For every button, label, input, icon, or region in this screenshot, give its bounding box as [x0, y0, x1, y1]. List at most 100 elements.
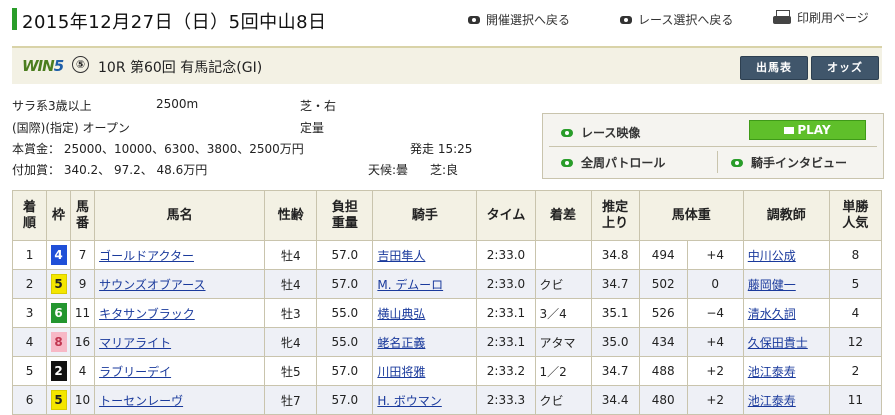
- cell-last3f: 34.8: [590, 240, 640, 270]
- cell-last3f: 35.0: [590, 327, 640, 357]
- table-row: 1 4 7 ゴールドアクター 牡4 57.0 吉田隼人 2:33.0 34.8 494 +4 中川公成…: [11, 240, 883, 270]
- cell-margin: 3／4: [534, 298, 592, 328]
- win5-logo: WIN5: [22, 57, 64, 75]
- cell-last3f: 34.4: [590, 385, 640, 415]
- cell-weight: 57.0: [316, 385, 374, 415]
- cell-time: 2:33.0: [476, 269, 536, 299]
- cell-last3f: 35.1: [590, 298, 640, 328]
- trainer-link[interactable]: 清水久詞: [748, 307, 796, 321]
- horse-link[interactable]: ゴールドアクター: [99, 249, 194, 263]
- col-header-bodyweight: 馬体重: [638, 190, 744, 241]
- cell-jockey: 横山典弘: [372, 298, 478, 328]
- title-accent-mark: [12, 8, 17, 30]
- cell-position: 4: [11, 327, 48, 357]
- cell-position: 5: [11, 356, 48, 386]
- cell-waku: 2: [46, 356, 72, 386]
- race-title: 10R 第60回 有馬記念(GI): [98, 60, 263, 76]
- race-distance: 2500m: [156, 97, 199, 111]
- waku-badge: 8: [50, 332, 67, 352]
- col-header-position: 着順: [11, 190, 48, 241]
- horse-link[interactable]: マリアライト: [99, 336, 171, 350]
- trainer-link[interactable]: 藤岡健一: [748, 278, 796, 292]
- back-to-race-link[interactable]: レース選択へ戻る: [620, 11, 733, 28]
- horse-link[interactable]: ラブリーデイ: [99, 365, 171, 379]
- video-panel: レース映像 PLAY 全周パトロール 騎手インタビュー: [542, 113, 884, 179]
- table-row: 5 2 4 ラブリーデイ 牡5 57.0 川田将雅 2:33.2 1／2 34.7 488 +2 池江泰…: [11, 356, 883, 386]
- race-video-link[interactable]: レース映像: [561, 124, 640, 141]
- cell-bodyweight: 480: [638, 385, 688, 415]
- jockey-link[interactable]: 蛯名正義: [377, 336, 425, 350]
- cell-waku: 8: [46, 327, 72, 357]
- cell-weight: 57.0: [316, 269, 374, 299]
- cell-trainer: 中川公成: [742, 240, 830, 270]
- cell-time: 2:33.2: [476, 356, 536, 386]
- cell-trainer: 池江泰寿: [742, 385, 830, 415]
- back-to-meeting-link[interactable]: 開催選択へ戻る: [468, 11, 570, 28]
- cell-sexage: 牝4: [264, 327, 318, 357]
- cell-jockey: 川田将雅: [372, 356, 478, 386]
- cell-margin: [534, 240, 592, 270]
- cell-popularity: 4: [828, 298, 883, 328]
- jockey-link[interactable]: M. デムーロ: [377, 278, 443, 292]
- cell-position: 6: [11, 385, 48, 415]
- jockey-interview-link[interactable]: 騎手インタビュー: [731, 154, 847, 171]
- race-additional-prize: 付加賞： 340.2、 97.2、 48.6万円: [12, 163, 208, 177]
- video-bullet-icon: [561, 128, 573, 137]
- cell-horse: ラブリーデイ: [94, 356, 266, 386]
- cell-bodyweight: 488: [638, 356, 688, 386]
- cell-weight: 55.0: [316, 298, 374, 328]
- cell-number: 10: [70, 385, 96, 415]
- col-header-horse: 馬名: [94, 190, 266, 241]
- cell-bodyweight: 526: [638, 298, 688, 328]
- cell-trainer: 藤岡健一: [742, 269, 830, 299]
- horse-link[interactable]: トーセンレーヴ: [99, 394, 183, 408]
- jockey-link[interactable]: 吉田隼人: [377, 249, 425, 263]
- post-time: 発走 15:25: [410, 142, 473, 156]
- jockey-link[interactable]: 川田将雅: [377, 365, 425, 379]
- jockey-link[interactable]: 横山典弘: [377, 307, 425, 321]
- horse-link[interactable]: キタサンブラック: [99, 307, 195, 321]
- col-header-number: 馬番: [70, 190, 96, 241]
- cell-horse: ゴールドアクター: [94, 240, 266, 270]
- cell-bodyweight-diff: −4: [686, 298, 744, 328]
- odds-button[interactable]: オッズ: [811, 56, 879, 80]
- cell-sexage: 牡3: [264, 298, 318, 328]
- col-header-margin: 着差: [534, 190, 592, 241]
- race-class: サラ系3歳以上: [12, 99, 92, 113]
- patrol-video-link[interactable]: 全周パトロール: [561, 154, 665, 171]
- trainer-link[interactable]: 池江泰寿: [748, 365, 796, 379]
- cell-horse: キタサンブラック: [94, 298, 266, 328]
- cell-sexage: 牡4: [264, 240, 318, 270]
- trainer-link[interactable]: 池江泰寿: [748, 394, 796, 408]
- cell-jockey: 吉田隼人: [372, 240, 478, 270]
- cell-waku: 5: [46, 269, 72, 299]
- cell-margin: クビ: [534, 385, 592, 415]
- waku-badge: 2: [50, 361, 67, 381]
- horse-link[interactable]: サウンズオブアース: [99, 278, 205, 292]
- entries-button[interactable]: 出馬表: [740, 56, 808, 80]
- trainer-link[interactable]: 久保田貴士: [748, 336, 808, 350]
- page-title: 2015年12月27日（日）5回中山8日: [22, 12, 327, 33]
- cell-bodyweight-diff: +4: [686, 240, 744, 270]
- cell-time: 2:33.3: [476, 385, 536, 415]
- race-conditions: (国際)(指定) オープン: [12, 121, 130, 135]
- table-header-row: 着順 枠 馬番 馬名 性齢 負担 重量 騎手 タイム 着差 推定 上り 馬体重 調教…: [11, 190, 883, 241]
- cell-sexage: 牡4: [264, 269, 318, 299]
- cell-trainer: 池江泰寿: [742, 356, 830, 386]
- print-page-link[interactable]: 印刷用ページ: [773, 9, 869, 26]
- race-surface: 芝・右: [300, 99, 337, 113]
- track-going: 芝:良: [430, 163, 459, 177]
- cell-bodyweight-diff: +2: [686, 385, 744, 415]
- cell-position: 3: [11, 298, 48, 328]
- cell-number: 9: [70, 269, 96, 299]
- table-row: 3 6 11 キタサンブラック 牡3 55.0 横山典弘 2:33.1 3／4 35.1 526 −4…: [11, 298, 883, 328]
- cell-time: 2:33.1: [476, 327, 536, 357]
- trainer-link[interactable]: 中川公成: [748, 249, 796, 263]
- cell-weight: 57.0: [316, 356, 374, 386]
- col-header-sexage: 性齢: [264, 190, 318, 241]
- jockey-link[interactable]: H. ボウマン: [377, 394, 441, 408]
- video-bullet-icon: [561, 158, 573, 167]
- play-button[interactable]: PLAY: [749, 120, 866, 140]
- table-row: 2 5 9 サウンズオブアース 牡4 57.0 M. デムーロ 2:33.0 クビ 34.7 502…: [11, 269, 883, 299]
- printer-icon: [773, 9, 791, 26]
